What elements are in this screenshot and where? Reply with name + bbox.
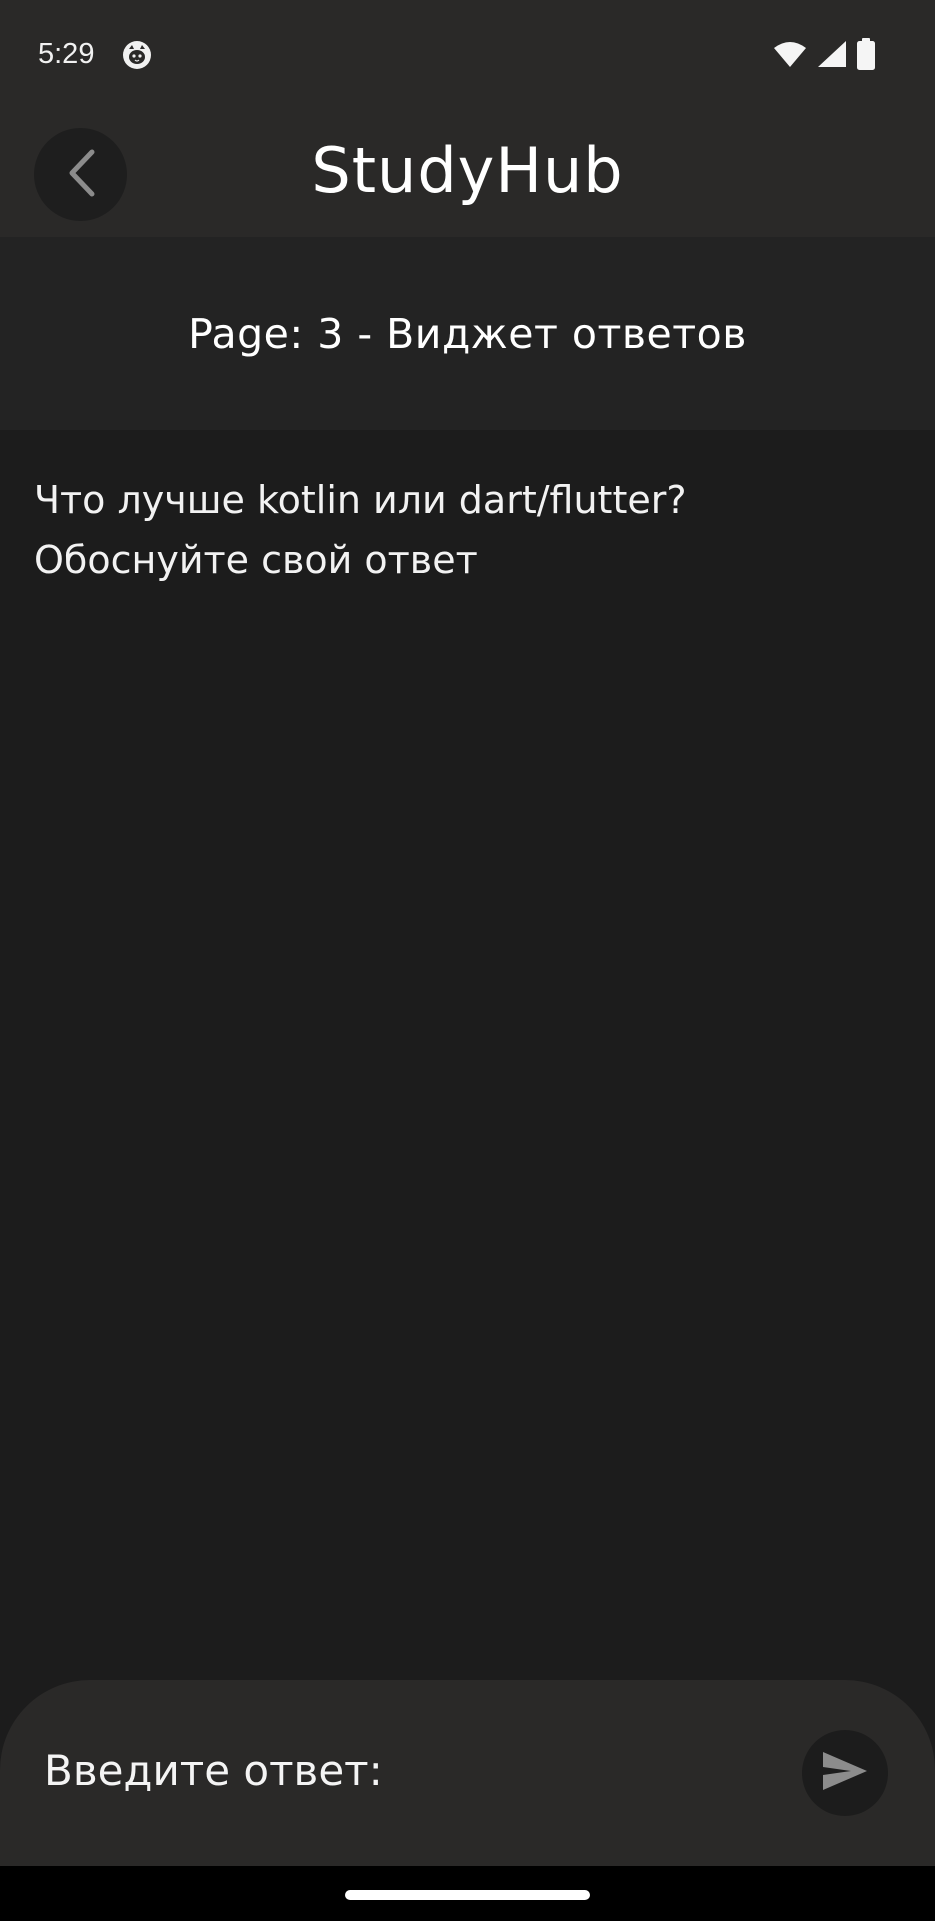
question-text: Что лучше kotlin или dart/flutter? Обосн… [34,470,894,590]
answer-composer [0,1680,935,1866]
page-header-text: Page: 3 - Виджет ответов [188,309,747,358]
cat-face-icon [122,40,152,70]
app-bar: StudyHub [0,110,935,237]
answer-input[interactable] [44,1725,764,1815]
wifi-icon [773,40,807,72]
send-icon [821,1750,869,1796]
home-handle[interactable] [345,1890,590,1900]
status-bar: 5:29 [0,0,935,110]
signal-icon [817,40,847,72]
send-button[interactable] [802,1730,888,1816]
page-header: Page: 3 - Виджет ответов [0,237,935,430]
app-title: StudyHub [311,134,624,207]
question-line-1: Что лучше kotlin или dart/flutter? [34,478,687,522]
status-time: 5:29 [38,38,95,70]
question-line-2: Обоснуйте свой ответ [34,538,478,582]
battery-icon [857,38,875,74]
system-nav-bar [0,1866,935,1921]
